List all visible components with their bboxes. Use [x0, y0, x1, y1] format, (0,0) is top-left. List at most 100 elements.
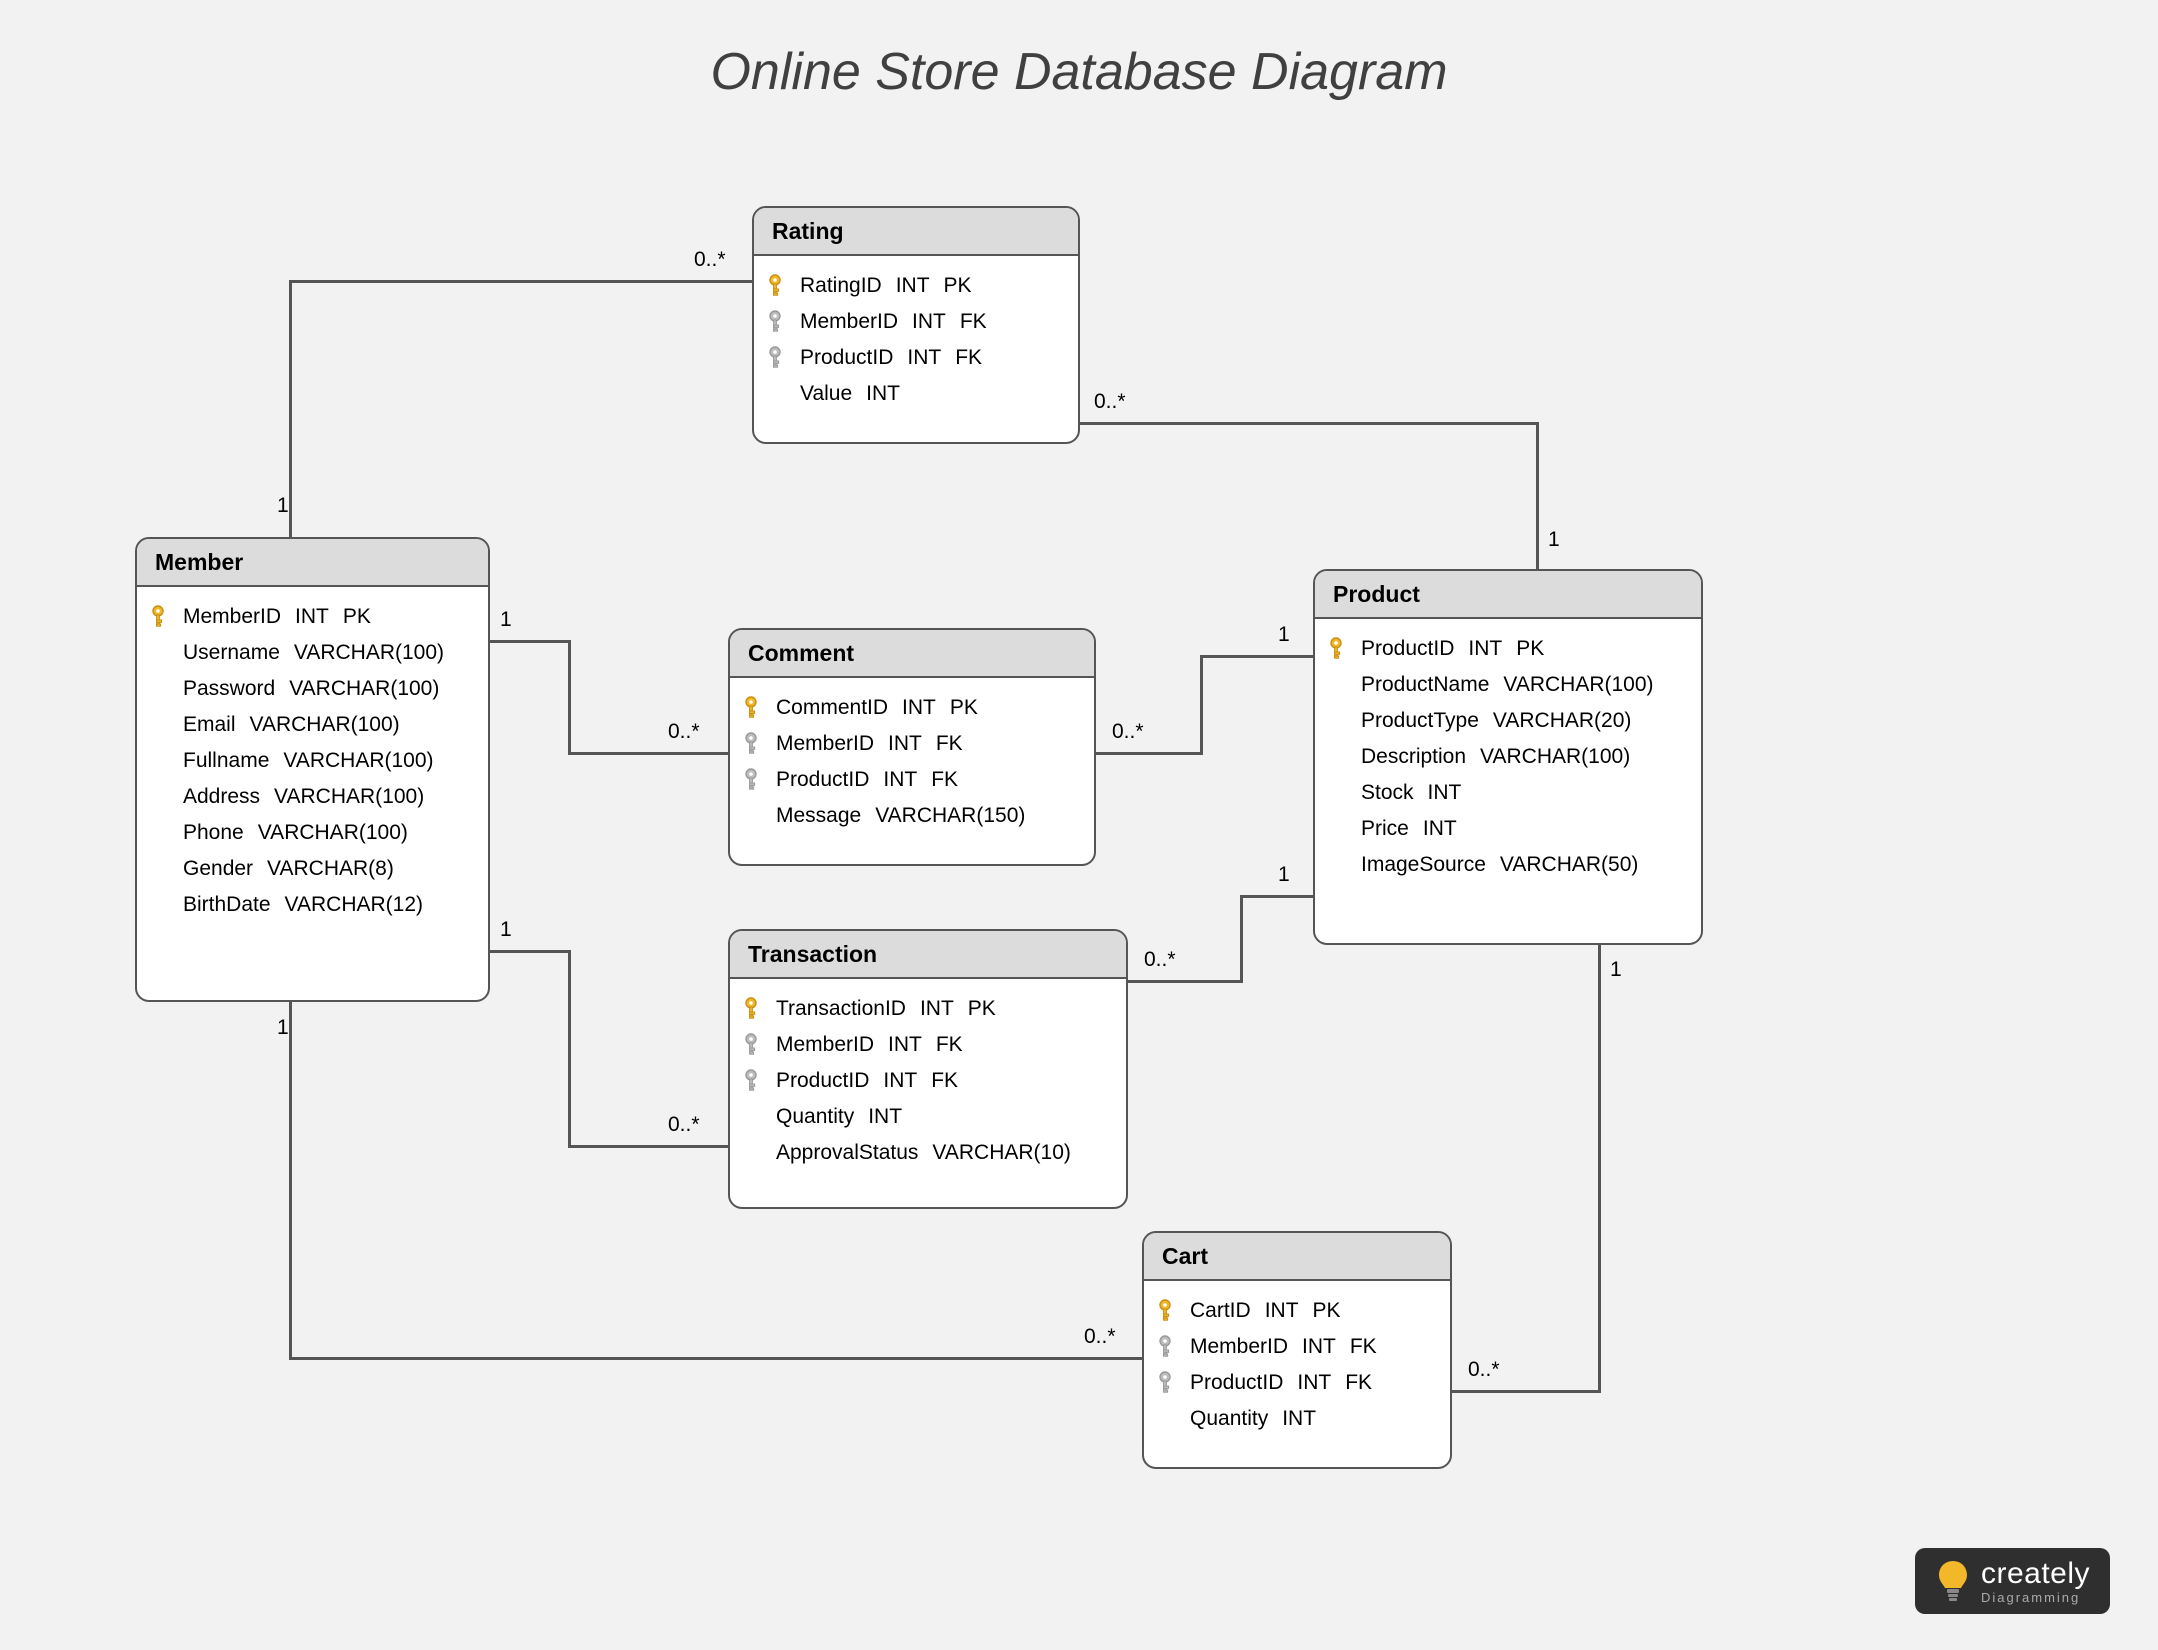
column-name: Message [776, 804, 861, 828]
column-name: CartID [1190, 1299, 1251, 1323]
connector [490, 640, 570, 643]
entity-cart[interactable]: Cart CartIDINTPK MemberIDINTFK ProductID… [1142, 1231, 1452, 1469]
entity-column: PriceINT [1323, 811, 1683, 847]
column-type: VARCHAR(100) [1480, 745, 1630, 769]
column-type: INT [888, 732, 922, 756]
column-name: MemberID [183, 605, 281, 629]
column-constraint: FK [1345, 1371, 1372, 1395]
connector [568, 1145, 728, 1148]
connector [1096, 752, 1203, 755]
entity-title: Cart [1144, 1233, 1450, 1281]
entity-member[interactable]: Member MemberIDINTPKUsernameVARCHAR(100)… [135, 537, 490, 1002]
primary-key-icon [1152, 1299, 1178, 1323]
cardinality-one: 1 [500, 608, 512, 632]
column-name: ProductID [1190, 1371, 1283, 1395]
column-type: INT [1265, 1299, 1299, 1323]
column-constraint: FK [955, 346, 982, 370]
column-type: INT [883, 768, 917, 792]
connector [1598, 945, 1601, 1393]
column-type: VARCHAR(12) [285, 893, 423, 917]
column-name: BirthDate [183, 893, 271, 917]
column-type: INT [866, 382, 900, 406]
entity-product[interactable]: Product ProductIDINTPKProductNameVARCHAR… [1313, 569, 1703, 945]
column-name: ProductID [1361, 637, 1454, 661]
column-type: VARCHAR(100) [274, 785, 424, 809]
column-name: Address [183, 785, 260, 809]
column-type: VARCHAR(50) [1500, 853, 1638, 877]
logo-tagline: Diagramming [1981, 1591, 2090, 1604]
entity-body: TransactionIDINTPK MemberIDINTFK Product… [730, 979, 1126, 1189]
column-name: Quantity [1190, 1407, 1268, 1431]
column-constraint: PK [944, 274, 972, 298]
column-constraint: FK [936, 1033, 963, 1057]
column-name: RatingID [800, 274, 882, 298]
entity-comment[interactable]: Comment CommentIDINTPK MemberIDINTFK Pro… [728, 628, 1096, 866]
foreign-key-icon [738, 732, 764, 756]
foreign-key-icon [1152, 1371, 1178, 1395]
creately-logo: creately Diagramming [1915, 1548, 2110, 1614]
column-type: INT [295, 605, 329, 629]
entity-column: ProductTypeVARCHAR(20) [1323, 703, 1683, 739]
column-name: ProductType [1361, 709, 1479, 733]
column-constraint: PK [1516, 637, 1544, 661]
connector [289, 280, 752, 283]
column-type: INT [1282, 1407, 1316, 1431]
entity-column: MemberIDINTFK [1152, 1329, 1432, 1365]
column-type: INT [1302, 1335, 1336, 1359]
column-name: Description [1361, 745, 1466, 769]
entity-column: ProductIDINTFK [738, 762, 1076, 798]
column-type: VARCHAR(100) [289, 677, 439, 701]
column-type: VARCHAR(10) [932, 1141, 1070, 1165]
entity-title: Product [1315, 571, 1701, 619]
column-constraint: FK [960, 310, 987, 334]
column-name: Quantity [776, 1105, 854, 1129]
column-type: INT [883, 1069, 917, 1093]
column-name: MemberID [776, 1033, 874, 1057]
cardinality-many: 0..* [694, 248, 726, 272]
column-name: MemberID [800, 310, 898, 334]
foreign-key-icon [738, 1033, 764, 1057]
column-constraint: FK [1350, 1335, 1377, 1359]
entity-column: Message VARCHAR(150) [738, 798, 1076, 834]
entity-column: Stock INT [1323, 775, 1683, 811]
entity-column: QuantityINT [738, 1099, 1108, 1135]
foreign-key-icon [1152, 1335, 1178, 1359]
entity-column: Username VARCHAR(100) [145, 635, 470, 671]
column-name: Password [183, 677, 275, 701]
entity-column: MemberID INT PK [145, 599, 470, 635]
column-name: Gender [183, 857, 253, 881]
entity-column: ProductName VARCHAR(100) [1323, 667, 1683, 703]
primary-key-icon [738, 696, 764, 720]
cardinality-one: 1 [277, 1016, 289, 1040]
connector [1128, 980, 1243, 983]
entity-body: ProductIDINTPKProductNameVARCHAR(100)Pro… [1315, 619, 1701, 901]
connector [568, 640, 571, 755]
entity-body: RatingIDINTPK MemberIDINTFK ProductIDINT… [754, 256, 1078, 430]
entity-column: ValueINT [762, 376, 1060, 412]
entity-title: Rating [754, 208, 1078, 256]
column-type: INT [1428, 781, 1462, 805]
entity-column: PhoneVARCHAR(100) [145, 815, 470, 851]
entity-transaction[interactable]: Transaction TransactionIDINTPK MemberIDI… [728, 929, 1128, 1209]
cardinality-many: 0..* [1144, 948, 1176, 972]
foreign-key-icon [738, 1069, 764, 1093]
column-type: INT [902, 696, 936, 720]
column-name: ProductName [1361, 673, 1489, 697]
cardinality-many: 0..* [1468, 1358, 1500, 1382]
cardinality-one: 1 [1548, 528, 1560, 552]
column-type: VARCHAR(150) [875, 804, 1025, 828]
connector [1536, 422, 1539, 569]
entity-rating[interactable]: Rating RatingIDINTPK MemberIDINTFK Produ… [752, 206, 1080, 444]
column-constraint: PK [343, 605, 371, 629]
column-type: VARCHAR(100) [1503, 673, 1653, 697]
column-name: Stock [1361, 781, 1414, 805]
cardinality-many: 0..* [668, 1113, 700, 1137]
entity-column: Description VARCHAR(100) [1323, 739, 1683, 775]
column-type: VARCHAR(100) [294, 641, 444, 665]
cardinality-one: 1 [277, 494, 289, 518]
entity-body: CommentIDINTPK MemberIDINTFK ProductIDIN… [730, 678, 1094, 852]
connector [1240, 895, 1243, 983]
column-name: TransactionID [776, 997, 906, 1021]
entity-column: ProductIDINTPK [1323, 631, 1683, 667]
column-name: Username [183, 641, 280, 665]
